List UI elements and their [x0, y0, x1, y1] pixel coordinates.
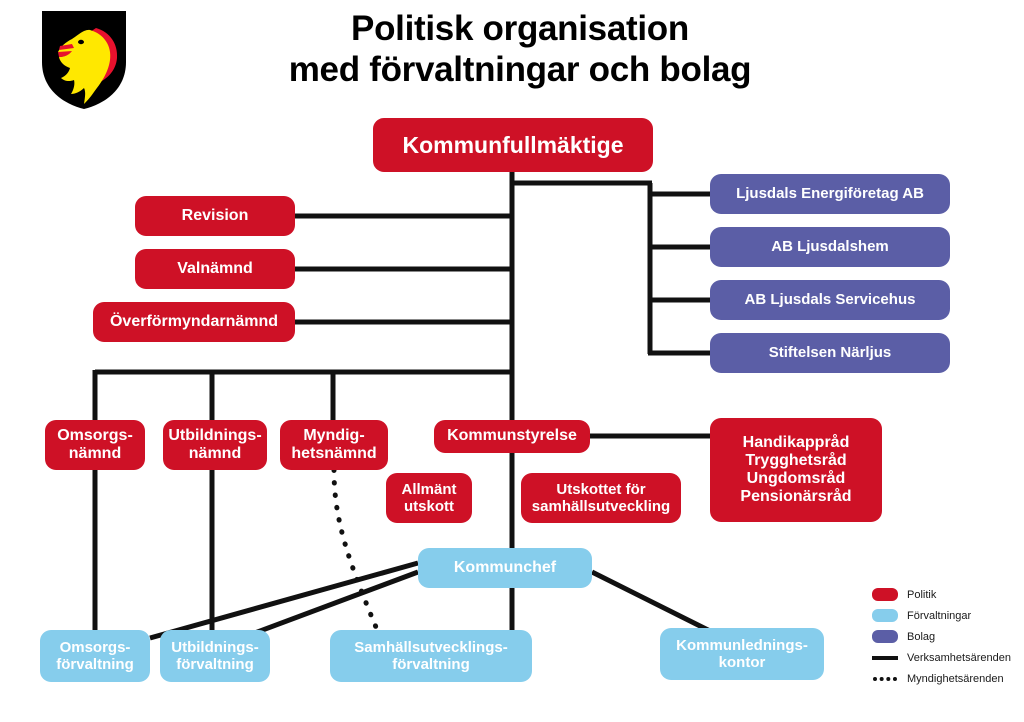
legend-item-bolag: Bolag [872, 626, 1022, 647]
node-utbildningsnamnd[interactable]: Utbildnings- nämnd [163, 420, 267, 470]
legend-label-verksamhetsarenden: Verksamhetsärenden [907, 651, 1011, 664]
legend-item-myndighetsarenden: Myndighetsärenden [872, 668, 1022, 689]
legend-solid-line-icon [872, 651, 898, 664]
legend-label-bolag: Bolag [907, 630, 936, 643]
legend-item-forvaltningar: Förvaltningar [872, 605, 1022, 626]
node-valnamnd[interactable]: Valnämnd [135, 249, 295, 289]
legend-swatch-politik-icon [872, 588, 898, 601]
legend-label-politik: Politik [907, 588, 937, 601]
node-ab-ljusdals-servicehus[interactable]: AB Ljusdals Servicehus [710, 280, 950, 320]
legend-label-forvaltningar: Förvaltningar [907, 609, 972, 622]
dotted-authority-connector [331, 467, 381, 635]
node-revision[interactable]: Revision [135, 196, 295, 236]
node-stiftelsen-narljus[interactable]: Stiftelsen Närljus [710, 333, 950, 373]
node-overformyndarnamnd[interactable]: Överförmyndarnämnd [93, 302, 295, 342]
legend-item-politik: Politik [872, 584, 1022, 605]
node-kommunfullmaktige[interactable]: Kommunfullmäktige [373, 118, 653, 172]
node-kommunstyrelse[interactable]: Kommunstyrelse [434, 420, 590, 453]
node-kommunledningskontor[interactable]: Kommunlednings- kontor [660, 628, 824, 680]
legend: Politik Förvaltningar Bolag Verksamhetsä… [872, 584, 1022, 689]
node-myndighetsnamnd[interactable]: Myndig- hetsnämnd [280, 420, 388, 470]
node-kommunchef[interactable]: Kommunchef [418, 548, 592, 588]
node-ab-ljusdalshem[interactable]: AB Ljusdalshem [710, 227, 950, 267]
legend-dotted-line-icon [872, 672, 898, 685]
node-utskottet-for-samhallsutveckling[interactable]: Utskottet för samhällsutveckling [521, 473, 681, 523]
legend-swatch-bolag-icon [872, 630, 898, 643]
node-utbildningsforvaltning[interactable]: Utbildnings- förvaltning [160, 630, 270, 682]
node-omsorgsforvaltning[interactable]: Omsorgs- förvaltning [40, 630, 150, 682]
node-omsorgsnamnd[interactable]: Omsorgs- nämnd [45, 420, 145, 470]
legend-label-myndighetsarenden: Myndighetsärenden [907, 672, 1004, 685]
organization-chart-page: Politisk organisation med förvaltningar … [0, 0, 1024, 722]
node-rad-grupp[interactable]: Handikappråd Trygghetsråd Ungdomsråd Pen… [710, 418, 882, 522]
node-allmant-utskott[interactable]: Allmänt utskott [386, 473, 472, 523]
legend-item-verksamhetsarenden: Verksamhetsärenden [872, 647, 1022, 668]
node-samhallsutvecklingsforvaltning[interactable]: Samhällsutvecklings- förvaltning [330, 630, 532, 682]
node-ljusdals-energiforetag-ab[interactable]: Ljusdals Energiföretag AB [710, 174, 950, 214]
legend-swatch-forvaltningar-icon [872, 609, 898, 622]
